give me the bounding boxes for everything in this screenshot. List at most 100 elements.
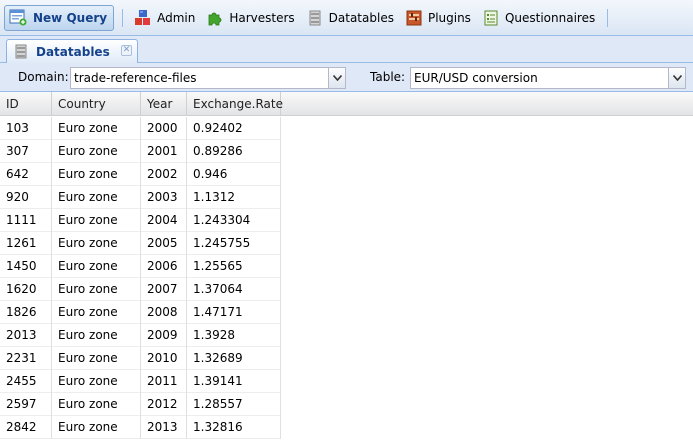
cell-id: 1111 (0, 209, 52, 232)
column-header-country[interactable]: Country (52, 92, 141, 116)
cell-country: Euro zone (52, 393, 141, 416)
cell-year: 2008 (141, 301, 187, 324)
cell-exchange-rate: 0.92402 (187, 117, 281, 140)
questionnaires-label: Questionnaires (504, 10, 596, 25)
column-header-exchange-rate[interactable]: Exchange.Rate (187, 92, 283, 116)
table-select[interactable]: EUR/USD conversion (410, 67, 686, 89)
cell-id: 920 (0, 186, 52, 209)
cell-exchange-rate: 1.28557 (187, 393, 281, 416)
table-row[interactable]: 2013 Euro zone 2009 1.3928 (0, 324, 281, 347)
cell-id: 642 (0, 163, 52, 186)
tab-label: Datatables (36, 44, 110, 59)
cell-id: 1826 (0, 301, 52, 324)
cell-country: Euro zone (52, 117, 141, 140)
cell-exchange-rate: 1.37064 (187, 278, 281, 301)
cell-country: Euro zone (52, 232, 141, 255)
database-icon (307, 10, 323, 26)
harvesters-button[interactable]: Harvesters (201, 5, 300, 31)
cell-year: 2010 (141, 347, 187, 370)
blocks-icon (135, 9, 151, 26)
cell-id: 2597 (0, 393, 52, 416)
cell-year: 2004 (141, 209, 187, 232)
database-icon (14, 44, 28, 59)
cell-exchange-rate: 1.3928 (187, 324, 281, 347)
table-dropdown-trigger[interactable] (668, 67, 686, 89)
cell-country: Euro zone (52, 347, 141, 370)
toolbar-separator (607, 8, 609, 27)
plugins-icon (406, 10, 422, 26)
questionnaires-button[interactable]: Questionnaires (477, 5, 601, 31)
table-row[interactable]: 2455 Euro zone 2011 1.39141 (0, 370, 281, 393)
new-query-icon (9, 9, 27, 26)
new-query-label: New Query (33, 10, 108, 25)
cell-country: Euro zone (52, 186, 141, 209)
cell-exchange-rate: 1.47171 (187, 301, 281, 324)
table-row[interactable]: 642 Euro zone 2002 0.946 (0, 163, 281, 186)
main-toolbar: New Query Admin Harvesters Datatables Pl… (0, 0, 693, 36)
questionnaire-icon (483, 10, 499, 26)
cell-id: 2013 (0, 324, 52, 347)
cell-id: 1450 (0, 255, 52, 278)
cell-year: 2001 (141, 140, 187, 163)
cell-year: 2011 (141, 370, 187, 393)
cell-country: Euro zone (52, 163, 141, 186)
datatables-label: Datatables (328, 10, 394, 25)
cell-country: Euro zone (52, 301, 141, 324)
cell-country: Euro zone (52, 255, 141, 278)
cell-exchange-rate: 0.89286 (187, 140, 281, 163)
cell-id: 307 (0, 140, 52, 163)
cell-year: 2007 (141, 278, 187, 301)
plugins-label: Plugins (427, 10, 471, 25)
admin-button[interactable]: Admin (129, 5, 201, 31)
cell-id: 1261 (0, 232, 52, 255)
chevron-down-icon (673, 75, 682, 81)
table-row[interactable]: 1450 Euro zone 2006 1.25565 (0, 255, 281, 278)
cell-exchange-rate: 1.39141 (187, 370, 281, 393)
cell-exchange-rate: 1.245755 (187, 232, 281, 255)
cell-year: 2005 (141, 232, 187, 255)
table-row[interactable]: 307 Euro zone 2001 0.89286 (0, 140, 281, 163)
table-row[interactable]: 1261 Euro zone 2005 1.245755 (0, 232, 281, 255)
domain-select[interactable]: trade-reference-files (70, 67, 346, 89)
cell-year: 2003 (141, 186, 187, 209)
grid-header: ID Country Year Exchange.Rate (0, 92, 693, 116)
admin-label: Admin (157, 10, 196, 25)
puzzle-icon (207, 10, 223, 26)
chevron-down-icon (333, 75, 342, 81)
table-row[interactable]: 2231 Euro zone 2010 1.32689 (0, 347, 281, 370)
tab-datatables[interactable]: Datatables ✕ (6, 39, 138, 63)
cell-id: 2455 (0, 370, 52, 393)
table-row[interactable]: 1826 Euro zone 2008 1.47171 (0, 301, 281, 324)
harvesters-label: Harvesters (229, 10, 295, 25)
cell-country: Euro zone (52, 140, 141, 163)
cell-year: 2012 (141, 393, 187, 416)
cell-country: Euro zone (52, 370, 141, 393)
cell-exchange-rate: 1.32689 (187, 347, 281, 370)
cell-year: 2006 (141, 255, 187, 278)
cell-year: 2009 (141, 324, 187, 347)
domain-label: Domain: (18, 70, 69, 84)
table-row[interactable]: 2842 Euro zone 2013 1.32816 (0, 416, 281, 439)
cell-id: 103 (0, 117, 52, 140)
toolbar-separator (122, 8, 124, 27)
tab-strip: Datatables ✕ (0, 36, 693, 63)
table-value: EUR/USD conversion (414, 71, 538, 85)
table-row[interactable]: 103 Euro zone 2000 0.92402 (0, 117, 281, 140)
close-icon[interactable]: ✕ (121, 45, 132, 56)
domain-dropdown-trigger[interactable] (328, 67, 346, 89)
datatables-button[interactable]: Datatables (301, 5, 400, 31)
cell-country: Euro zone (52, 209, 141, 232)
table-row[interactable]: 1111 Euro zone 2004 1.243304 (0, 209, 281, 232)
plugins-button[interactable]: Plugins (400, 5, 477, 31)
table-row[interactable]: 2597 Euro zone 2012 1.28557 (0, 393, 281, 416)
cell-exchange-rate: 1.32816 (187, 416, 281, 439)
cell-exchange-rate: 1.25565 (187, 255, 281, 278)
new-query-button[interactable]: New Query (4, 4, 115, 31)
table-row[interactable]: 1620 Euro zone 2007 1.37064 (0, 278, 281, 301)
domain-value: trade-reference-files (74, 71, 197, 85)
table-row[interactable]: 920 Euro zone 2003 1.1312 (0, 186, 281, 209)
column-header-year[interactable]: Year (141, 92, 187, 116)
cell-id: 2842 (0, 416, 52, 439)
column-header-id[interactable]: ID (0, 92, 52, 116)
cell-id: 2231 (0, 347, 52, 370)
